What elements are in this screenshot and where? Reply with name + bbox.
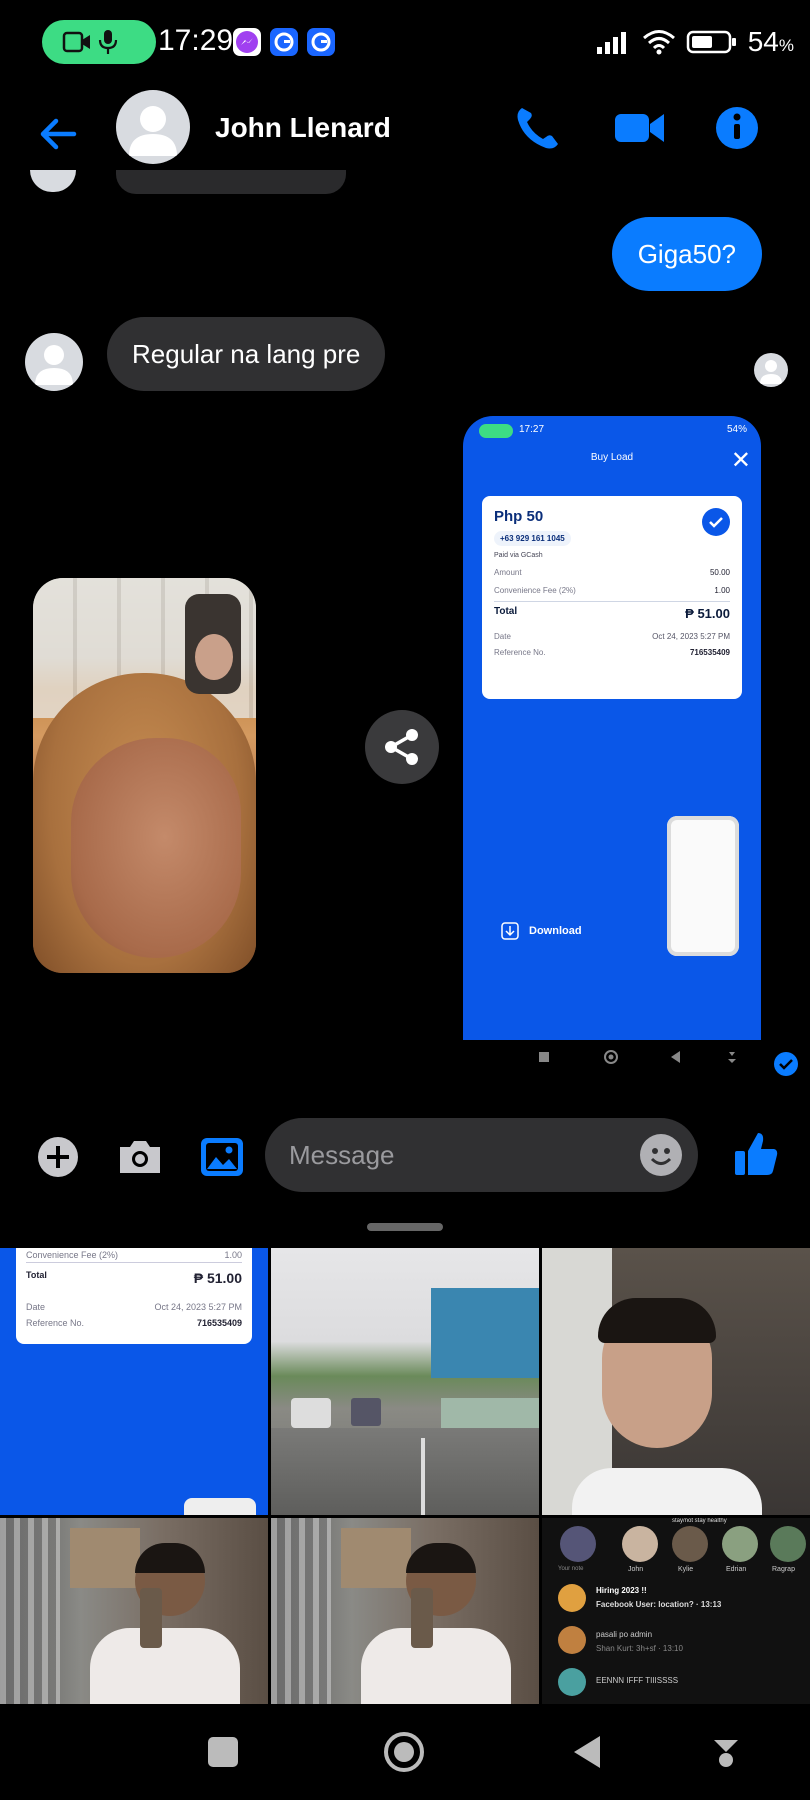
gallery-tile-mirror-selfie-2[interactable] xyxy=(271,1518,539,1704)
receipt-amount-row: Amount 50.00 xyxy=(494,568,730,577)
gallery-tile-messenger-screenshot[interactable]: stay/not stay healthy Your note John Kyl… xyxy=(542,1518,810,1704)
receipt-status-bar: 17:27 54% xyxy=(463,416,761,446)
contact-avatar[interactable] xyxy=(116,90,190,164)
gallery-tile-mirror-selfie-1[interactable] xyxy=(0,1518,268,1704)
chat-header: John Llenard xyxy=(0,84,810,184)
gallery-drag-handle[interactable] xyxy=(367,1223,443,1231)
status-time: 17:29 xyxy=(158,24,234,57)
partial-message-bubble[interactable] xyxy=(116,170,346,194)
read-receipt-check-icon xyxy=(774,1052,798,1076)
system-navigation-bar xyxy=(0,1704,810,1800)
share-button[interactable] xyxy=(365,710,439,784)
stories-row: stay/not stay healthy Your note John Kyl… xyxy=(548,1518,806,1578)
seen-indicator-avatar xyxy=(754,353,788,387)
video-camera-icon xyxy=(62,31,90,53)
media-gallery: Convenience Fee (2%) 1.00 Total ₱ 51.00 Da… xyxy=(0,1248,810,1704)
redacted-overlay xyxy=(667,816,739,956)
camera-icon[interactable] xyxy=(116,1135,164,1179)
battery-percent: 54% xyxy=(747,26,794,57)
gallery-tile-selfie[interactable] xyxy=(542,1248,810,1515)
receipt-status-time: 17:27 xyxy=(519,424,545,435)
home-button-icon[interactable] xyxy=(382,1732,426,1776)
gallery-tile-receipt[interactable]: Convenience Fee (2%) 1.00 Total ₱ 51.00 Da… xyxy=(0,1248,268,1515)
incoming-message[interactable]: Regular na lang pre xyxy=(107,317,386,391)
message-composer: Message xyxy=(0,1115,810,1195)
gallery-icon[interactable] xyxy=(198,1135,246,1179)
receipt-card: Php 50 +63 929 161 1045 Paid via GCash A… xyxy=(482,496,742,699)
video-call-screenshot-image[interactable] xyxy=(33,578,256,973)
gcash-receipt-screenshot[interactable]: 17:27 54% Buy Load ✕ Php 50 +63 929 161 … xyxy=(463,416,761,1040)
receipt-phone: +63 929 161 1045 xyxy=(494,531,571,546)
back-arrow-icon[interactable] xyxy=(34,110,82,158)
emoji-icon[interactable] xyxy=(640,1134,682,1176)
receipt-total-row: Total ₱ 51.00 xyxy=(494,606,730,621)
status-right-group: 54% xyxy=(596,26,794,58)
receipt-title: Buy Load xyxy=(590,452,634,463)
gcash-app-icon xyxy=(270,28,298,56)
contact-name[interactable]: John Llenard xyxy=(215,112,391,144)
share-icon xyxy=(385,729,418,765)
back-button-icon[interactable] xyxy=(568,1732,608,1772)
receipt-date-row: Date Oct 24, 2023 5:27 PM xyxy=(494,632,730,641)
close-icon: ✕ xyxy=(730,447,751,474)
recents-button-icon[interactable] xyxy=(203,1732,243,1772)
plus-icon[interactable] xyxy=(34,1135,82,1179)
pip-video-thumbnail xyxy=(185,594,241,694)
gallery-receipt-card: Convenience Fee (2%) 1.00 Total ₱ 51.00 Da… xyxy=(16,1248,252,1344)
messenger-app-icon xyxy=(233,28,261,56)
video-call-icon[interactable] xyxy=(612,102,668,154)
partial-avatar xyxy=(30,170,76,192)
receipt-ref-row: Reference No. 716535409 xyxy=(494,648,730,657)
microphone-icon xyxy=(98,30,118,54)
message-placeholder: Message xyxy=(289,1140,395,1170)
receipt-download: Download xyxy=(501,922,582,940)
like-thumbs-up-icon[interactable] xyxy=(732,1129,780,1179)
receipt-amount-title: Php 50 xyxy=(494,508,544,525)
assistant-button-icon[interactable] xyxy=(710,1732,742,1772)
download-icon xyxy=(501,922,519,940)
message-input[interactable]: Message xyxy=(265,1118,698,1192)
receipt-nav-bar xyxy=(463,1040,761,1074)
gcash-app-icon-2 xyxy=(307,28,335,56)
wifi-icon xyxy=(642,30,675,55)
check-icon xyxy=(702,508,730,536)
phone-call-icon[interactable] xyxy=(510,102,566,154)
info-icon[interactable] xyxy=(712,102,768,154)
sender-avatar[interactable] xyxy=(25,333,83,391)
receipt-fee-row: Convenience Fee (2%) 1.00 xyxy=(494,586,730,595)
gallery-tile-street-photo[interactable] xyxy=(271,1248,539,1515)
status-bar: 17:29 54% xyxy=(0,0,810,84)
screen-recording-indicator[interactable] xyxy=(42,20,156,64)
battery-icon xyxy=(686,30,736,54)
face-shape xyxy=(71,738,241,958)
receipt-status-battery: 54% xyxy=(726,424,747,435)
signal-icon xyxy=(596,32,626,54)
outgoing-message[interactable]: Giga50? xyxy=(611,217,762,291)
receipt-paid-via: Paid via GCash xyxy=(494,552,543,559)
